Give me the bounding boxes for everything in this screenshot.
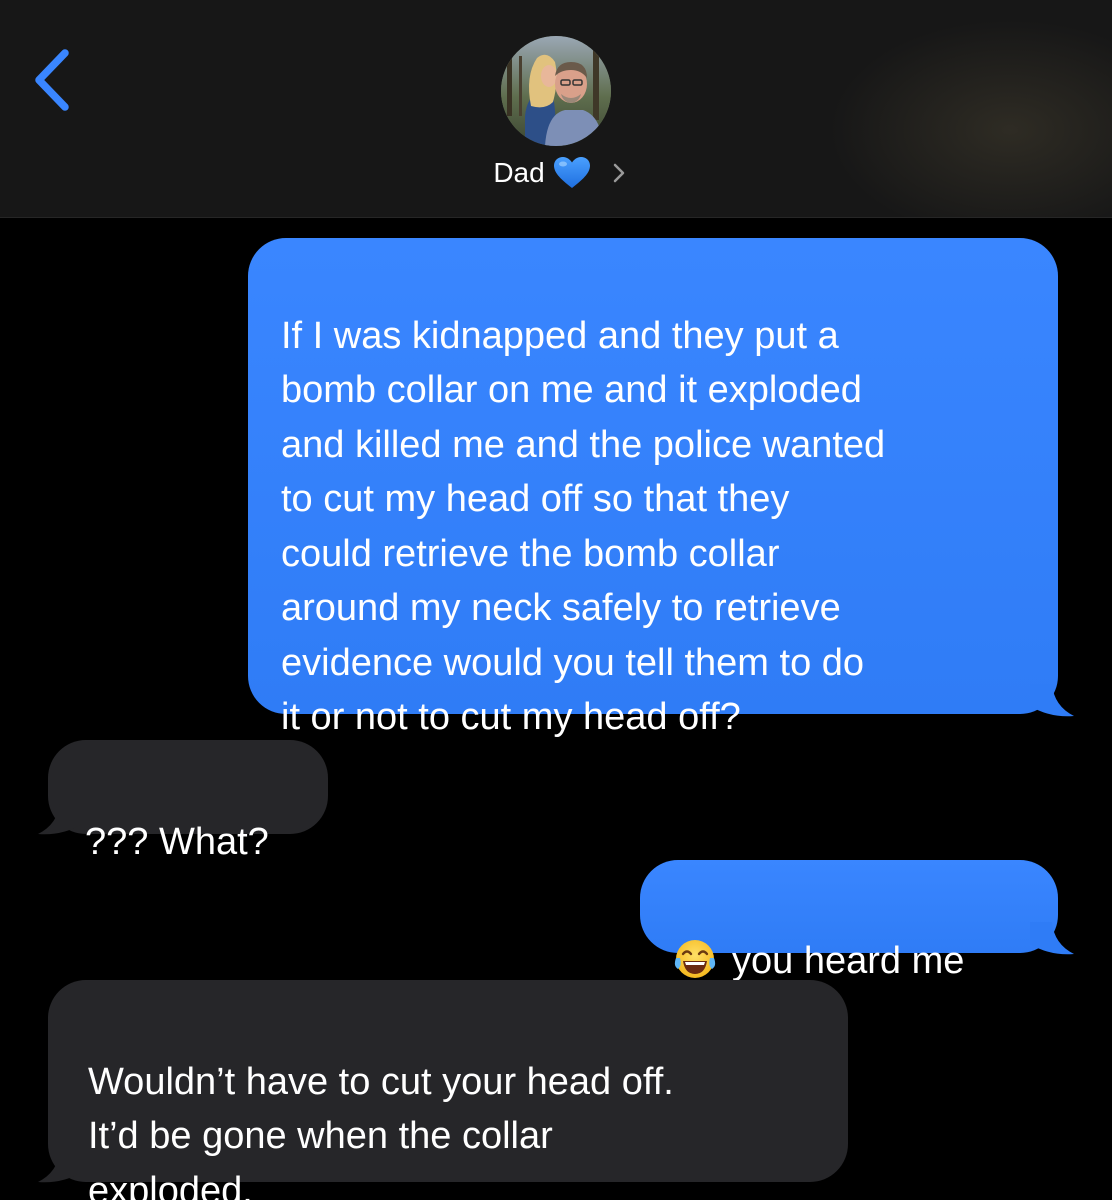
blue-heart-icon xyxy=(553,157,590,188)
received-bubble-tail xyxy=(38,1150,82,1183)
avatar[interactable] xyxy=(501,36,611,146)
chevron-left-icon xyxy=(35,49,69,111)
conversation-header: Dad xyxy=(0,0,1112,218)
received-message-bubble[interactable]: ??? What? xyxy=(48,740,328,863)
received-message-bubble[interactable]: Wouldn’t have to cut your head off. It’d… xyxy=(48,980,848,1200)
contact-name: Dad xyxy=(493,157,545,188)
chevron-right-icon xyxy=(613,163,624,183)
contact-photo xyxy=(501,36,611,146)
sent-message-bubble[interactable]: 😂you heard me xyxy=(640,860,1058,982)
tears-of-joy-emoji-icon xyxy=(674,939,716,978)
conversation-screen: Dad If I was kidnapped and they put a bo… xyxy=(0,0,1112,1200)
back-button[interactable] xyxy=(28,44,84,116)
received-bubble-tail xyxy=(38,802,82,835)
sent-bubble-tail xyxy=(1030,922,1074,955)
contact-details-button[interactable]: Dad xyxy=(0,150,1112,196)
message-text: Wouldn’t have to cut your head off. It’d… xyxy=(88,1060,674,1200)
message-text: you heard me xyxy=(732,939,965,982)
message-text: If I was kidnapped and they put a bomb c… xyxy=(281,314,886,739)
sent-message-bubble[interactable]: If I was kidnapped and they put a bomb c… xyxy=(248,238,1058,738)
sent-bubble-tail xyxy=(1030,684,1074,717)
message-text: ??? What? xyxy=(85,820,269,863)
